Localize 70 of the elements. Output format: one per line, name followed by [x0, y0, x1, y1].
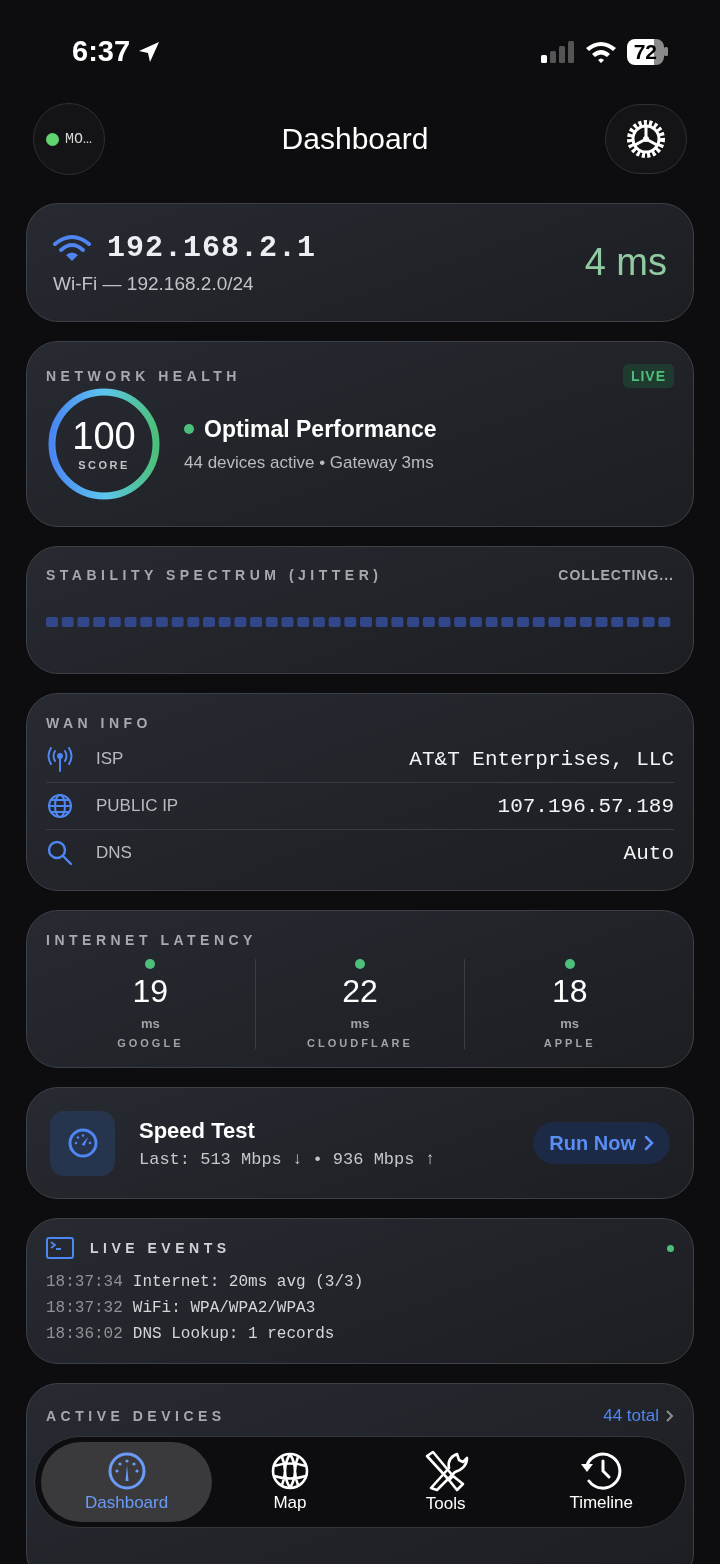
collecting-status: COLLECTING...	[558, 567, 674, 583]
latency-unit: ms	[140, 1016, 160, 1031]
status-dot-icon	[355, 959, 365, 969]
latency-value: 19	[132, 973, 169, 1010]
card-title: ACTIVE DEVICES	[46, 1408, 226, 1424]
health-score: 100	[72, 417, 136, 455]
event-message: WiFi: WPA/WPA2/WPA3	[132, 1298, 316, 1319]
status-time: 6:37	[72, 35, 131, 68]
status-dot-icon	[46, 132, 59, 146]
event-time: 18:36:02	[46, 1324, 123, 1345]
latency-value: 22	[342, 973, 378, 1010]
latency-unit: ms	[350, 1016, 370, 1031]
row-value: 107.196.57.189	[497, 794, 674, 818]
tab[interactable]: Dashboard	[41, 1442, 213, 1522]
event-message: Internet: 20ms avg (3/3)	[132, 1272, 364, 1293]
card-title: STABILITY SPECTRUM (JITTER)	[46, 567, 383, 583]
row-label: PUBLIC IP	[96, 796, 179, 816]
card-title: WAN INFO	[46, 715, 152, 731]
target-name: CLOUDFLARE	[307, 1037, 413, 1049]
chevron-icon	[665, 1409, 674, 1423]
battery-indicator: 72	[626, 38, 664, 65]
row-label: ISP	[96, 749, 124, 769]
latency-reading: 4 ms	[584, 241, 667, 284]
battery-tip-icon	[664, 47, 668, 56]
gateway-address: 192.168.2.1	[107, 230, 317, 265]
run-now-button[interactable]: Run Now	[533, 1122, 670, 1164]
target-name: GOOGLE	[117, 1037, 184, 1049]
location-arrow-icon	[138, 40, 161, 63]
chevron-icon	[644, 1135, 654, 1151]
live-badge: LIVE	[622, 364, 674, 388]
tab[interactable]: Timeline	[523, 1442, 679, 1522]
antenna-icon	[46, 745, 74, 773]
network-subtitle: Wi-Fi — 192.168.2.0/24	[53, 272, 255, 295]
history-icon	[579, 1451, 624, 1491]
score-label: SCORE	[78, 459, 130, 471]
status-dot-icon	[145, 959, 156, 969]
target-name: APPLE	[543, 1037, 596, 1049]
tab[interactable]: Tools	[367, 1442, 524, 1522]
mode-button[interactable]: MO…	[33, 103, 105, 175]
latency-unit: ms	[560, 1016, 580, 1031]
total-devices-link[interactable]: 44 total	[603, 1406, 674, 1426]
speed-test-title: Speed Test	[139, 1117, 256, 1144]
card-title: INTERNET LATENCY	[46, 932, 257, 948]
live-dot-icon	[667, 1244, 674, 1252]
card-title: NETWORK HEALTH	[46, 368, 241, 384]
globe-icon	[46, 792, 74, 820]
search-icon	[46, 839, 74, 867]
event-message: DNS Lookup: 1 records	[132, 1324, 335, 1345]
event-time: 18:37:32	[46, 1298, 123, 1319]
row-label: DNS	[96, 843, 132, 863]
last-result: Last: 513 Mbps ↓ • 936 Mbps ↑	[139, 1149, 435, 1169]
globe-icon	[269, 1451, 310, 1491]
wifi-signal-icon	[584, 39, 617, 64]
cell-signal-icon	[540, 40, 575, 63]
settings-icon	[624, 117, 668, 161]
latency-value: 18	[551, 973, 588, 1010]
health-detail: 44 devices active • Gateway 3ms	[184, 452, 435, 473]
gauge-icon	[106, 1451, 147, 1491]
status-dot-icon	[564, 959, 575, 969]
card-title: LIVE EVENTS	[90, 1240, 231, 1256]
tab[interactable]: Map	[212, 1442, 368, 1522]
wifi-icon	[53, 233, 91, 262]
page-title: Dashboard	[280, 122, 430, 156]
speedometer-icon	[66, 1127, 99, 1159]
terminal-icon	[46, 1237, 74, 1259]
status-dot-icon	[184, 424, 194, 434]
event-time: 18:37:34	[46, 1272, 123, 1293]
row-value: Auto	[623, 841, 674, 865]
health-status: Optimal Performance	[204, 415, 437, 443]
row-value: AT&T Enterprises, LLC	[409, 747, 674, 771]
